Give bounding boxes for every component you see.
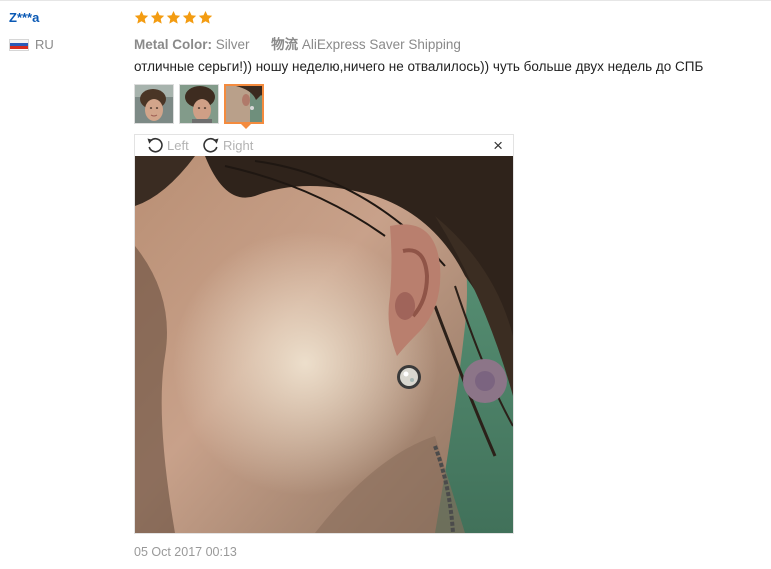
active-thumbnail-caret: [241, 124, 251, 129]
viewer-toolbar: Left Right ×: [135, 135, 513, 156]
metal-color-label: Metal Color:: [134, 37, 213, 52]
russia-flag-icon: [9, 38, 29, 51]
rotate-right-button[interactable]: Right: [201, 136, 253, 154]
photo-thumbnails: [134, 84, 269, 124]
star-icon: [150, 10, 165, 24]
rotate-right-icon: [203, 137, 219, 153]
star-icon: [182, 10, 197, 24]
close-icon[interactable]: ×: [493, 136, 503, 156]
star-icon: [134, 10, 149, 24]
review-photo: [135, 156, 513, 533]
rotate-left-label: Left: [167, 137, 189, 153]
star-icon: [166, 10, 181, 24]
review-text: отличные серьги!)) ношу неделю,ничего не…: [134, 59, 704, 74]
rotate-left-icon: [147, 137, 163, 153]
star-icon: [198, 10, 213, 24]
shipping-value: AliExpress Saver Shipping: [301, 37, 461, 52]
rotate-left-button[interactable]: Left: [145, 136, 189, 154]
rotate-right-label: Right: [223, 137, 254, 153]
rating-stars: [134, 10, 214, 25]
reviewer-name[interactable]: Z***a: [9, 10, 39, 25]
country-code: RU: [35, 37, 54, 52]
metal-color-value: Silver: [215, 37, 250, 52]
top-divider: [0, 0, 771, 1]
order-attributes: Metal Color: Silver 物流 AliExpress Saver …: [134, 33, 461, 53]
reviewer-country: RU: [9, 37, 54, 52]
photo-thumbnail-3[interactable]: [224, 84, 264, 124]
photo-viewer: Left Right ×: [134, 134, 514, 534]
shipping-label: 物流: [271, 37, 299, 52]
review-date: 05 Oct 2017 00:13: [134, 545, 237, 559]
photo-thumbnail-2[interactable]: [179, 84, 219, 124]
photo-thumbnail-1[interactable]: [134, 84, 174, 124]
